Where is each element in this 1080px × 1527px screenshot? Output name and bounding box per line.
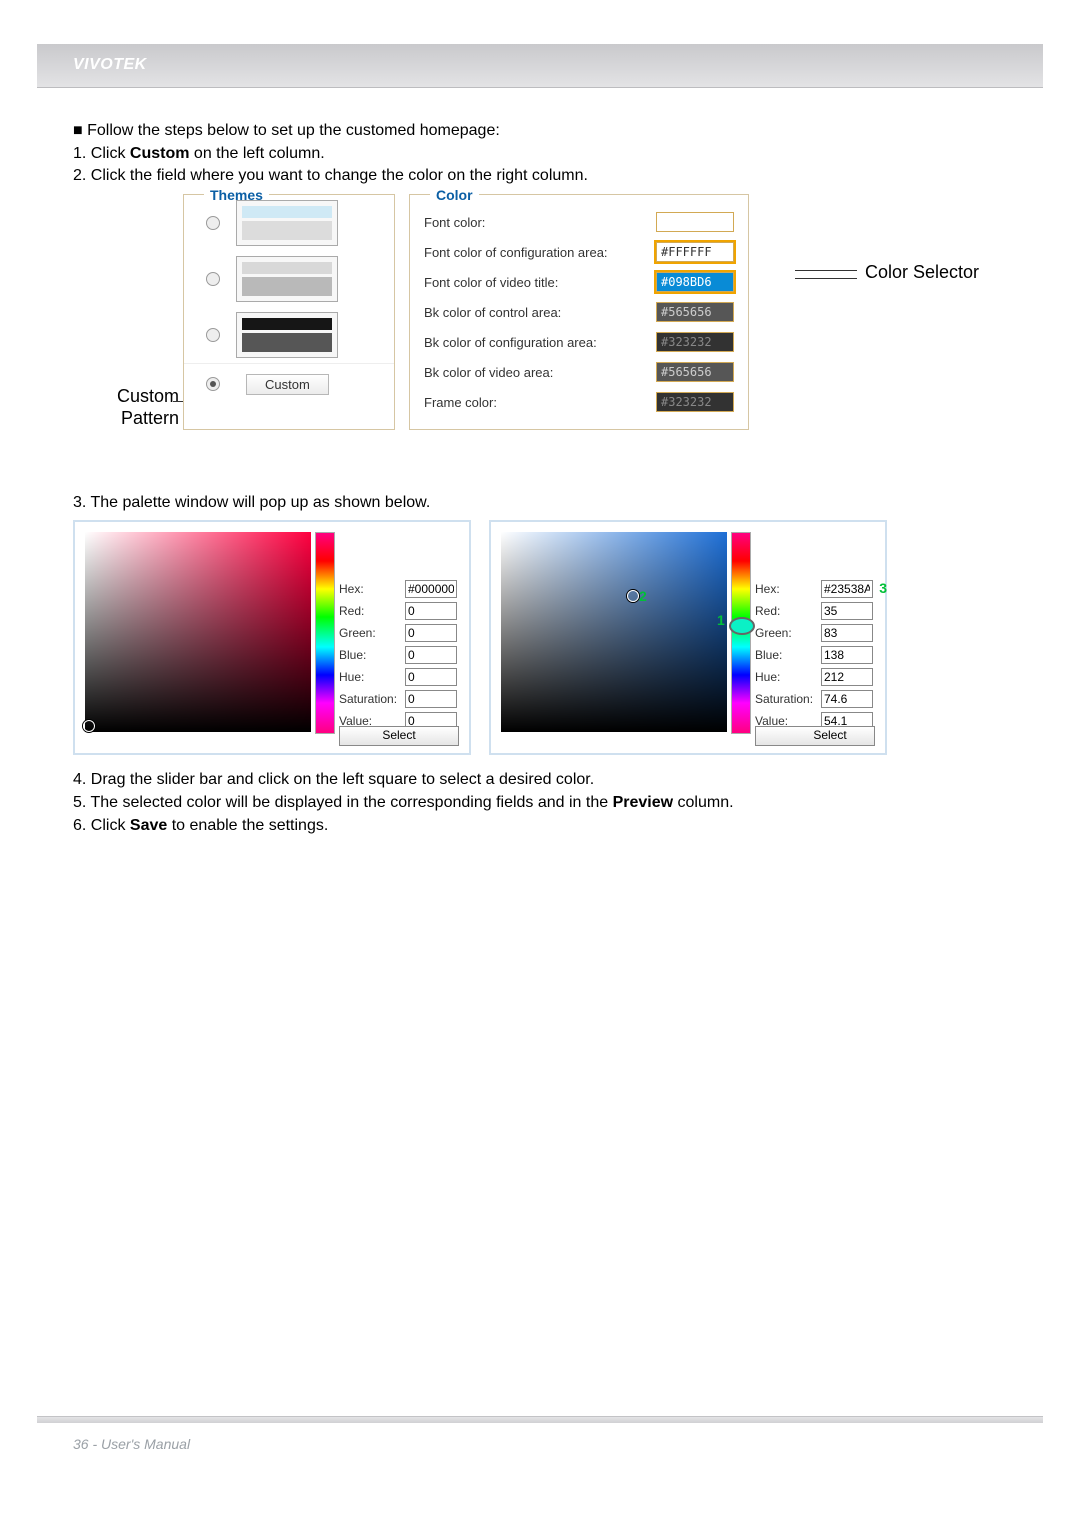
- annotation-line: [795, 270, 857, 271]
- color-row-label: Bk color of configuration area:: [424, 335, 656, 350]
- color-selector-label: Color Selector: [865, 262, 979, 283]
- sat-label: Saturation:: [339, 692, 405, 706]
- theme-option-1[interactable]: [184, 195, 394, 251]
- color-row: Bk color of control area:#565656: [424, 297, 734, 327]
- color-row-label: Bk color of control area:: [424, 305, 656, 320]
- palette-window: Hex: Red: Green: Blue: Hue: Saturation: …: [73, 520, 471, 755]
- color-row: Bk color of video area:#565656: [424, 357, 734, 387]
- footer-divider: [37, 1416, 1043, 1423]
- instructions: ■ Follow the steps below to set up the c…: [73, 120, 1007, 188]
- blue-label: Blue:: [755, 648, 821, 662]
- step-1: 1. Click Custom on the left column.: [73, 143, 1007, 166]
- hue-input[interactable]: [405, 668, 457, 686]
- step-6: 6. Click Save to enable the settings.: [73, 815, 1007, 838]
- intro-bullet: ■ Follow the steps below to set up the c…: [73, 120, 1007, 143]
- color-row-label: Font color:: [424, 215, 656, 230]
- hue-cursor-icon[interactable]: [729, 617, 755, 635]
- color-swatch-input[interactable]: #565656: [656, 362, 734, 382]
- theme-thumbnail: [236, 312, 338, 358]
- color-row: Frame color:#323232: [424, 387, 734, 417]
- hex-label: Hex:: [339, 582, 405, 596]
- hue-slider[interactable]: [731, 532, 751, 734]
- theme-option-2[interactable]: [184, 251, 394, 307]
- radio-icon[interactable]: [206, 377, 220, 391]
- color-swatch-input[interactable]: [656, 212, 734, 232]
- step-5: 5. The selected color will be displayed …: [73, 792, 1007, 815]
- red-label: Red:: [755, 604, 821, 618]
- footer-text: 36 - User's Manual: [73, 1436, 190, 1452]
- color-swatch-input[interactable]: #FFFFFF: [656, 242, 734, 262]
- color-row-label: Frame color:: [424, 395, 656, 410]
- sv-cursor-icon[interactable]: [627, 590, 639, 602]
- color-swatch-input[interactable]: #098BD6: [656, 272, 734, 292]
- blue-input[interactable]: [821, 646, 873, 664]
- step-4: 4. Drag the slider bar and click on the …: [73, 769, 1007, 792]
- select-button[interactable]: Select: [339, 726, 459, 746]
- red-input[interactable]: [405, 602, 457, 620]
- brand-label: VIVOTEK: [73, 56, 147, 74]
- annotation-line: [795, 278, 857, 279]
- theme-option-custom[interactable]: Custom: [184, 363, 394, 404]
- steps-4-6: 4. Drag the slider bar and click on the …: [73, 769, 1007, 837]
- color-row-label: Font color of video title:: [424, 275, 656, 290]
- theme-thumbnail: [236, 200, 338, 246]
- themes-color-figure: Custom Pattern Themes: [73, 194, 1007, 454]
- radio-icon[interactable]: [206, 216, 220, 230]
- custom-pattern-label: Custom Pattern: [73, 386, 179, 429]
- color-row-label: Bk color of video area:: [424, 365, 656, 380]
- radio-icon[interactable]: [206, 328, 220, 342]
- hex-input[interactable]: [405, 580, 457, 598]
- radio-icon[interactable]: [206, 272, 220, 286]
- hue-input[interactable]: [821, 668, 873, 686]
- sat-input[interactable]: [405, 690, 457, 708]
- palette-figures: Hex: Red: Green: Blue: Hue: Saturation: …: [73, 520, 1007, 755]
- sv-cursor-icon[interactable]: [83, 720, 95, 732]
- blue-input[interactable]: [405, 646, 457, 664]
- sv-picker[interactable]: 2: [501, 532, 727, 732]
- sat-input[interactable]: [821, 690, 873, 708]
- color-row: Font color of video title:#098BD6: [424, 267, 734, 297]
- color-row-label: Font color of configuration area:: [424, 245, 656, 260]
- step-2: 2. Click the field where you want to cha…: [73, 165, 1007, 188]
- blue-label: Blue:: [339, 648, 405, 662]
- sat-label: Saturation:: [755, 692, 821, 706]
- step-3: 3. The palette window will pop up as sho…: [73, 494, 1007, 512]
- custom-button[interactable]: Custom: [246, 374, 329, 395]
- select-button[interactable]: Select: [755, 726, 875, 746]
- color-swatch-input[interactable]: #565656: [656, 302, 734, 322]
- themes-panel: Themes Custom: [183, 194, 395, 430]
- red-label: Red:: [339, 604, 405, 618]
- red-input[interactable]: [821, 602, 873, 620]
- annotation-1: 1: [717, 612, 725, 628]
- color-legend: Color: [430, 187, 479, 203]
- theme-thumbnail: [236, 256, 338, 302]
- hue-label: Hue:: [339, 670, 405, 684]
- theme-option-3[interactable]: [184, 307, 394, 363]
- annotation-3: 3: [879, 580, 887, 596]
- color-panel: Color Font color:Font color of configura…: [409, 194, 749, 430]
- sv-picker[interactable]: [85, 532, 311, 732]
- color-swatch-input[interactable]: #323232: [656, 392, 734, 412]
- annotation-2: 2: [639, 588, 647, 604]
- green-label: Green:: [755, 626, 821, 640]
- color-swatch-input[interactable]: #323232: [656, 332, 734, 352]
- color-row: Font color:: [424, 207, 734, 237]
- hex-input[interactable]: [821, 580, 873, 598]
- color-row: Bk color of configuration area:#323232: [424, 327, 734, 357]
- color-row: Font color of configuration area:#FFFFFF: [424, 237, 734, 267]
- green-input[interactable]: [821, 624, 873, 642]
- green-input[interactable]: [405, 624, 457, 642]
- green-label: Green:: [339, 626, 405, 640]
- hue-label: Hue:: [755, 670, 821, 684]
- hex-label: Hex:: [755, 582, 821, 596]
- hue-slider[interactable]: [315, 532, 335, 734]
- header-band: [37, 44, 1043, 88]
- palette-window: 2 1 3 4 Hex: Red: Green: Blue: Hue: Satu…: [489, 520, 887, 755]
